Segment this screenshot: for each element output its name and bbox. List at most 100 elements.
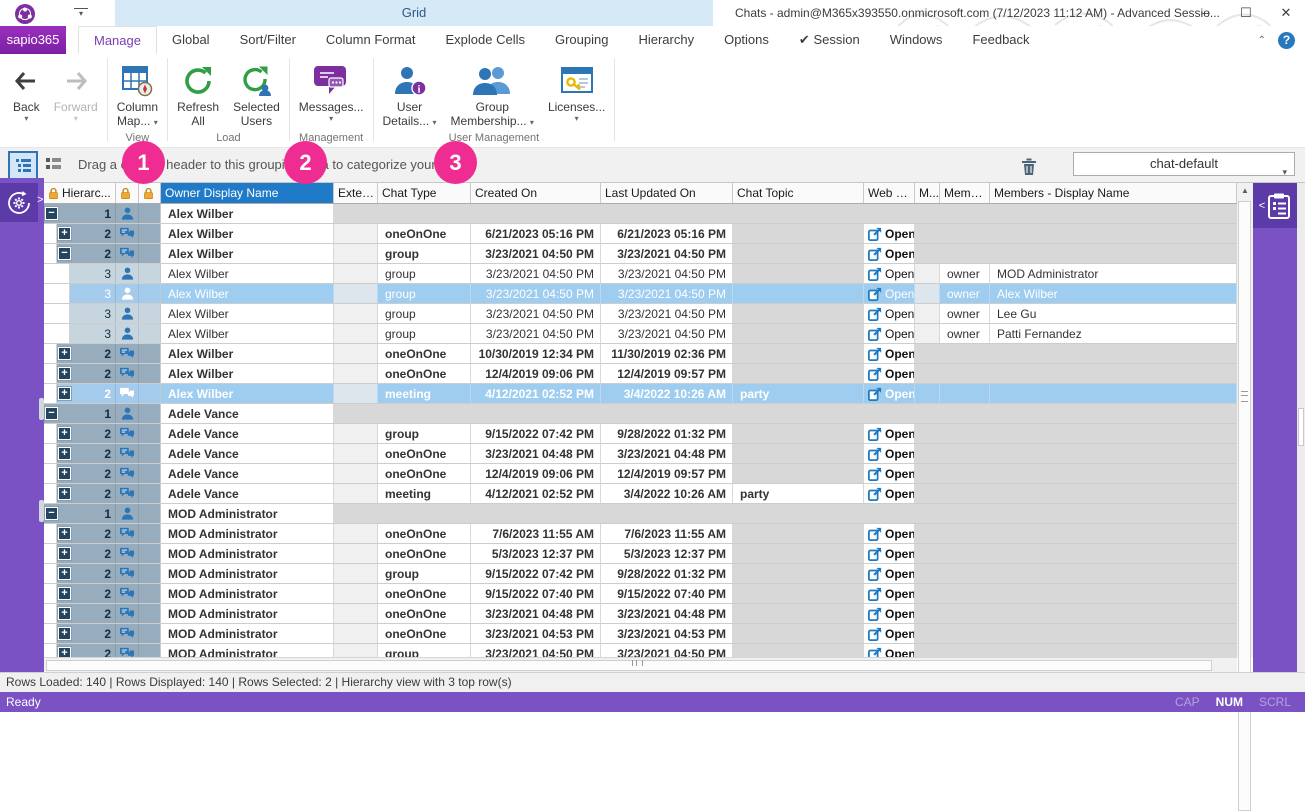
close-button[interactable]: ✕ xyxy=(1273,3,1299,23)
column-header[interactable]: Members - Display Name xyxy=(990,183,1237,203)
tab-session[interactable]: ✔ Session xyxy=(784,26,875,54)
column-header[interactable] xyxy=(139,183,161,203)
grid-row[interactable]: −1MOD Administrator xyxy=(44,504,1237,524)
column-header[interactable]: External xyxy=(334,183,378,203)
collapse-ribbon-icon[interactable]: ⌃ xyxy=(1258,35,1266,46)
open-web-url-link[interactable]: Open xyxy=(864,564,915,583)
expand-toggle[interactable]: + xyxy=(58,387,71,400)
tab-sapio365[interactable]: sapio365 xyxy=(0,26,66,54)
column-header[interactable] xyxy=(116,183,139,203)
customize-quick-access-icon[interactable]: ▾ xyxy=(74,8,88,19)
expand-toggle[interactable]: + xyxy=(58,647,71,657)
tab-feedback[interactable]: Feedback xyxy=(957,26,1044,54)
open-web-url-link[interactable]: Open xyxy=(864,344,915,363)
expand-toggle[interactable]: + xyxy=(58,487,71,500)
grid-row[interactable]: −1Alex Wilber xyxy=(44,204,1237,224)
panel-scrollbar-thumb[interactable] xyxy=(1298,408,1304,446)
refresh-selected-users-button[interactable]: SelectedUsers xyxy=(226,60,287,130)
column-header[interactable]: Created On xyxy=(471,183,601,203)
tab-column-format[interactable]: Column Format xyxy=(311,26,431,54)
open-web-url-link[interactable]: Open xyxy=(864,544,915,563)
expand-toggle[interactable]: + xyxy=(58,587,71,600)
column-header[interactable]: Web URL xyxy=(864,183,915,203)
grid-row[interactable]: 3Alex Wilbergroup3/23/2021 04:50 PM3/23/… xyxy=(44,264,1237,284)
open-web-url-link[interactable]: Open xyxy=(864,304,915,323)
list-view-toggle[interactable] xyxy=(40,151,66,177)
tab-options[interactable]: Options xyxy=(709,26,784,54)
horizontal-scrollbar[interactable] xyxy=(44,657,1237,672)
collapse-toggle[interactable]: − xyxy=(58,247,71,260)
tab-grouping[interactable]: Grouping xyxy=(540,26,623,54)
scroll-up-icon[interactable]: ▲ xyxy=(1237,183,1253,199)
open-web-url-link[interactable]: Open xyxy=(864,364,915,383)
back-button[interactable]: Back▾ xyxy=(6,60,47,125)
column-map-button[interactable]: Column Map... ▾ xyxy=(110,60,165,130)
delete-view-button[interactable] xyxy=(1016,153,1042,179)
expand-toggle[interactable]: + xyxy=(58,627,71,640)
open-web-url-link[interactable]: Open xyxy=(864,444,915,463)
tab-sort-filter[interactable]: Sort/Filter xyxy=(225,26,311,54)
grid-row[interactable]: −2Alex Wilbergroup3/23/2021 04:50 PM3/23… xyxy=(44,244,1237,264)
expand-toggle[interactable]: + xyxy=(58,447,71,460)
open-web-url-link[interactable]: Open xyxy=(864,264,915,283)
grid-row[interactable]: 3Alex Wilbergroup3/23/2021 04:50 PM3/23/… xyxy=(44,304,1237,324)
grid-row[interactable]: +2Adele VanceoneOnOne12/4/2019 09:06 PM1… xyxy=(44,464,1237,484)
licenses-button[interactable]: Licenses...▾ xyxy=(541,60,612,125)
minimize-button[interactable]: – xyxy=(1193,3,1219,23)
open-web-url-link[interactable]: Open xyxy=(864,244,915,263)
grid-row[interactable]: +2MOD AdministratoroneOnOne9/15/2022 07:… xyxy=(44,584,1237,604)
hierarchy-view-toggle[interactable] xyxy=(8,151,38,181)
column-header[interactable]: Chat Topic xyxy=(733,183,864,203)
tab-global[interactable]: Global xyxy=(157,26,225,54)
column-header[interactable]: Hierarc... xyxy=(44,183,116,203)
open-web-url-link[interactable]: Open xyxy=(864,584,915,603)
grid-row[interactable]: 3Alex Wilbergroup3/23/2021 04:50 PM3/23/… xyxy=(44,324,1237,344)
messages-button[interactable]: Messages...▾ xyxy=(292,60,371,125)
collapse-toggle[interactable]: − xyxy=(45,407,58,420)
open-web-url-link[interactable]: Open xyxy=(864,644,915,657)
help-icon[interactable]: ? xyxy=(1278,32,1295,49)
expand-toggle[interactable]: + xyxy=(58,467,71,480)
collapse-toggle[interactable]: − xyxy=(45,507,58,520)
grid-row[interactable]: +2MOD AdministratoroneOnOne3/23/2021 04:… xyxy=(44,604,1237,624)
open-web-url-link[interactable]: Open xyxy=(864,324,915,343)
tab-manage[interactable]: Manage xyxy=(78,26,157,54)
app-icon[interactable] xyxy=(14,3,36,25)
open-web-url-link[interactable]: Open xyxy=(864,284,915,303)
grid-row[interactable]: +2Alex WilberoneOnOne10/30/2019 12:34 PM… xyxy=(44,344,1237,364)
expand-toggle[interactable]: + xyxy=(58,347,71,360)
column-header[interactable]: M... xyxy=(915,183,940,203)
open-web-url-link[interactable]: Open xyxy=(864,524,915,543)
grid-row[interactable]: +2Adele Vancemeeting4/12/2021 02:52 PM3/… xyxy=(44,484,1237,504)
group-membership-button[interactable]: Group Membership... ▾ xyxy=(444,60,541,130)
expand-toggle[interactable]: + xyxy=(58,607,71,620)
user-details-button[interactable]: i User Details... ▾ xyxy=(376,60,444,130)
open-web-url-link[interactable]: Open xyxy=(864,384,915,403)
column-header[interactable]: Last Updated On xyxy=(601,183,733,203)
column-header[interactable]: Chat Type xyxy=(378,183,471,203)
tab-hierarchy[interactable]: Hierarchy xyxy=(623,26,709,54)
column-header[interactable]: Owner Display Name xyxy=(161,183,334,203)
forward-button[interactable]: Forward▾ xyxy=(47,60,105,125)
tab-explode-cells[interactable]: Explode Cells xyxy=(430,26,540,54)
open-web-url-link[interactable]: Open xyxy=(864,604,915,623)
grid-row[interactable]: +2MOD AdministratoroneOnOne5/3/2023 12:3… xyxy=(44,544,1237,564)
expand-toggle[interactable]: + xyxy=(58,367,71,380)
open-web-url-link[interactable]: Open xyxy=(864,224,915,243)
expand-toggle[interactable]: + xyxy=(58,547,71,560)
view-preset-dropdown[interactable]: chat-default ▾ xyxy=(1073,152,1295,176)
grid-row[interactable]: 3Alex Wilbergroup3/23/2021 04:50 PM3/23/… xyxy=(44,284,1237,304)
grid-row[interactable]: +2MOD AdministratoroneOnOne7/6/2023 11:5… xyxy=(44,524,1237,544)
horizontal-scrollbar-thumb[interactable] xyxy=(46,660,1212,671)
grid-row[interactable]: +2Adele Vancegroup9/15/2022 07:42 PM9/28… xyxy=(44,424,1237,444)
grid-row[interactable]: −1Adele Vance xyxy=(44,404,1237,424)
grid-row[interactable]: +2MOD Administratorgroup9/15/2022 07:42 … xyxy=(44,564,1237,584)
refresh-all-button[interactable]: RefreshAll xyxy=(170,60,226,130)
grid-row[interactable]: +2Alex WilberoneOnOne12/4/2019 09:06 PM1… xyxy=(44,364,1237,384)
expand-toggle[interactable]: + xyxy=(58,427,71,440)
collapse-toggle[interactable]: − xyxy=(45,207,58,220)
expand-toggle[interactable]: + xyxy=(58,567,71,580)
grid-row[interactable]: +2Alex WilberoneOnOne6/21/2023 05:16 PM6… xyxy=(44,224,1237,244)
clipboard-panel-button[interactable]: < xyxy=(1253,183,1297,228)
open-web-url-link[interactable]: Open xyxy=(864,464,915,483)
